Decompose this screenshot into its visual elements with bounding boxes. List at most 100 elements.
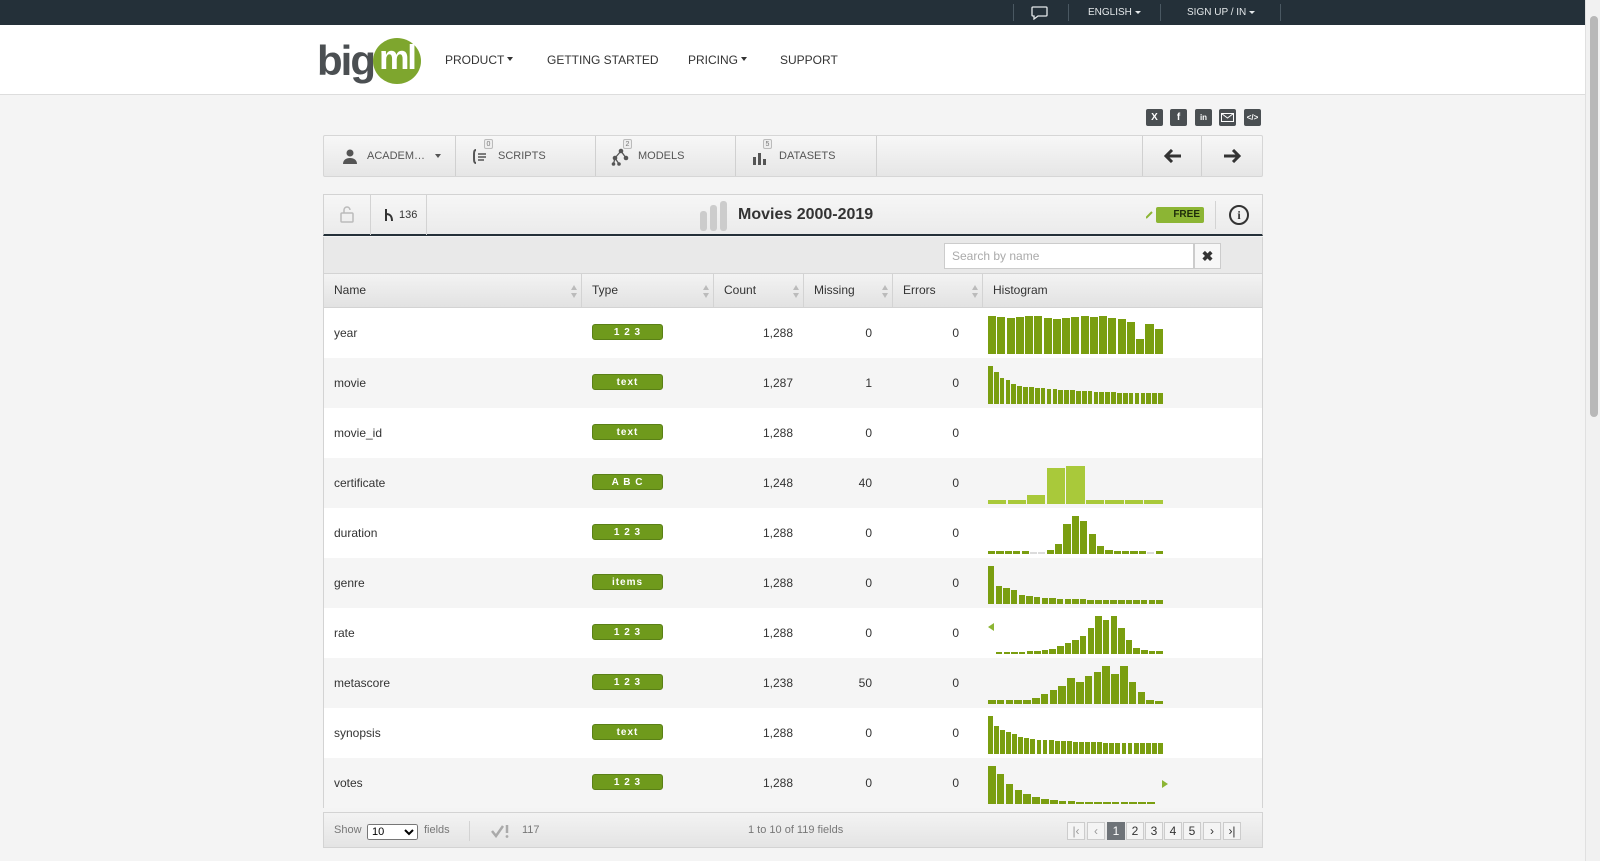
field-name[interactable]: metascore xyxy=(334,658,390,708)
field-histogram[interactable] xyxy=(988,564,1168,604)
histogram-bar xyxy=(1091,742,1097,754)
page-button[interactable]: 2 xyxy=(1126,822,1144,840)
clones-count: 136 xyxy=(399,209,418,221)
arrow-left-icon xyxy=(1164,149,1181,163)
search-input[interactable] xyxy=(944,243,1194,269)
table-row[interactable]: year 1 2 3 1,288 0 0 xyxy=(323,308,1263,358)
column-count[interactable]: Count xyxy=(714,274,804,307)
models-icon xyxy=(611,148,629,166)
field-histogram[interactable] xyxy=(988,464,1168,504)
scripts-tab[interactable]: 0 SCRIPTS xyxy=(456,136,596,176)
field-histogram[interactable] xyxy=(988,364,1168,404)
field-name[interactable]: rate xyxy=(334,608,355,658)
table-row[interactable]: movie text 1,287 1 0 xyxy=(323,358,1263,408)
facebook-share-icon[interactable]: f xyxy=(1170,109,1187,126)
datasets-label: DATASETS xyxy=(779,150,836,162)
fields-table-body: year 1 2 3 1,288 0 0 movie text 1,287 1 0 movie_… xyxy=(323,308,1263,808)
field-name[interactable]: certificate xyxy=(334,458,385,508)
field-name[interactable]: movie xyxy=(334,358,366,408)
page-button[interactable]: 3 xyxy=(1145,822,1163,840)
histogram-bar xyxy=(1071,516,1079,554)
histogram-bar xyxy=(1139,743,1145,754)
page-button[interactable]: 4 xyxy=(1164,822,1182,840)
lock-button[interactable] xyxy=(324,195,371,235)
scroll-left-icon[interactable] xyxy=(988,623,994,631)
histogram-bar xyxy=(1152,393,1157,404)
page-button[interactable]: 1 xyxy=(1107,822,1125,840)
next-page-button[interactable]: › xyxy=(1203,822,1221,840)
models-tab[interactable]: 2 MODELS xyxy=(596,136,736,176)
column-errors[interactable]: Errors xyxy=(893,274,983,307)
field-histogram[interactable] xyxy=(988,514,1168,554)
histogram-bar xyxy=(1127,743,1133,754)
field-histogram[interactable] xyxy=(988,314,1168,354)
prev-page-button[interactable]: ‹ xyxy=(1087,822,1105,840)
account-menu[interactable]: ACADEM… xyxy=(324,136,456,176)
table-row[interactable]: duration 1 2 3 1,288 0 0 xyxy=(323,508,1263,558)
table-row[interactable]: synopsis text 1,288 0 0 xyxy=(323,708,1263,758)
field-name[interactable]: year xyxy=(334,308,357,358)
x-share-icon[interactable]: X xyxy=(1146,109,1163,126)
histogram-bar xyxy=(1155,701,1163,704)
field-type-badge: 1 2 3 xyxy=(592,624,663,640)
datasets-tab[interactable]: 5 DATASETS xyxy=(736,136,877,176)
clear-search-button[interactable]: ✖ xyxy=(1194,243,1221,269)
field-name[interactable]: genre xyxy=(334,558,365,608)
column-missing[interactable]: Missing xyxy=(804,274,893,307)
histogram-bar xyxy=(1087,391,1093,404)
field-name[interactable]: votes xyxy=(334,758,363,808)
forward-button[interactable] xyxy=(1202,136,1262,176)
scrollbar-thumb[interactable] xyxy=(1590,16,1598,417)
page-button[interactable]: 5 xyxy=(1183,822,1201,840)
table-row[interactable]: certificate A B C 1,248 40 0 xyxy=(323,458,1263,508)
histogram-bar xyxy=(1110,616,1117,654)
separator xyxy=(1013,4,1014,21)
histogram-bar xyxy=(1004,551,1012,554)
embed-code-icon[interactable]: </> xyxy=(1244,109,1261,126)
histogram-bar xyxy=(1076,802,1085,804)
histogram-bar xyxy=(1146,700,1154,704)
field-histogram[interactable] xyxy=(988,664,1168,704)
table-row[interactable]: metascore 1 2 3 1,238 50 0 xyxy=(323,658,1263,708)
histogram-bar xyxy=(1049,800,1058,804)
linkedin-share-icon[interactable]: in xyxy=(1195,109,1212,126)
histogram-bar xyxy=(1058,686,1066,704)
back-button[interactable] xyxy=(1142,136,1202,176)
field-name[interactable]: synopsis xyxy=(334,708,381,758)
histogram-bar xyxy=(988,366,993,404)
column-type[interactable]: Type xyxy=(582,274,714,307)
nav-product[interactable]: PRODUCT xyxy=(445,25,514,95)
nav-support[interactable]: SUPPORT xyxy=(780,25,838,95)
field-name[interactable]: duration xyxy=(334,508,377,558)
nav-getting-started[interactable]: GETTING STARTED xyxy=(547,25,659,95)
info-icon[interactable]: i xyxy=(1229,205,1249,225)
signup-menu[interactable]: SIGN UP / IN xyxy=(1187,0,1256,25)
chat-icon[interactable] xyxy=(1031,0,1048,25)
field-histogram[interactable] xyxy=(988,714,1168,754)
histogram-bar xyxy=(1125,600,1133,604)
table-row[interactable]: genre items 1,288 0 0 xyxy=(323,558,1263,608)
language-menu[interactable]: ENGLISH xyxy=(1088,0,1141,25)
nav-pricing[interactable]: PRICING xyxy=(688,25,748,95)
histogram-bar xyxy=(1056,599,1064,604)
page-size-select[interactable]: 10 xyxy=(367,824,418,840)
table-row[interactable]: votes 1 2 3 1,288 0 0 xyxy=(323,758,1263,808)
histogram-bar xyxy=(1064,643,1072,654)
scroll-right-icon[interactable] xyxy=(1162,780,1168,788)
histogram-bar xyxy=(1018,652,1026,654)
valid-fields-icon[interactable] xyxy=(491,824,511,838)
last-page-button[interactable]: ›| xyxy=(1223,822,1241,840)
table-row[interactable]: rate 1 2 3 1,288 0 0 xyxy=(323,608,1263,658)
histogram-bar xyxy=(1010,590,1018,604)
field-histogram[interactable] xyxy=(988,764,1168,804)
page-scrollbar[interactable] xyxy=(1585,0,1600,861)
column-name[interactable]: Name xyxy=(324,274,582,307)
histogram-bar xyxy=(988,500,1007,504)
field-missing: 0 xyxy=(865,326,872,340)
field-name[interactable]: movie_id xyxy=(334,408,382,458)
table-row[interactable]: movie_id text 1,288 0 0 xyxy=(323,408,1263,458)
email-share-icon[interactable] xyxy=(1219,109,1236,126)
field-histogram[interactable] xyxy=(988,614,1168,654)
first-page-button[interactable]: |‹ xyxy=(1067,822,1085,840)
histogram-bar xyxy=(1093,392,1099,404)
